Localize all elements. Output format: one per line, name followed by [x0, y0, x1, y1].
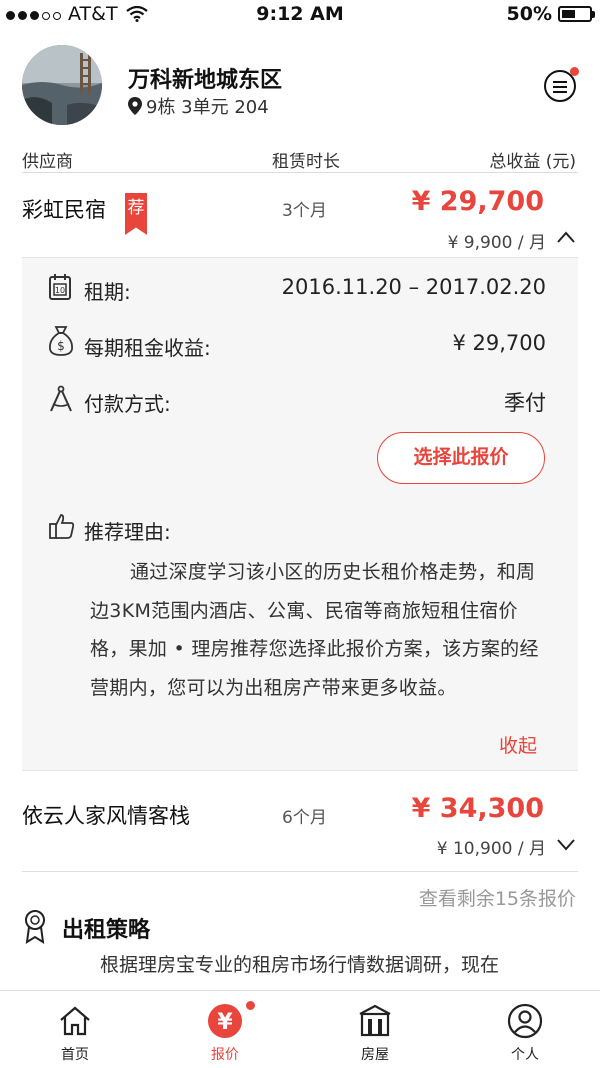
tab-label: 房屋: [361, 1047, 389, 1063]
chevron-down-icon[interactable]: [556, 838, 576, 852]
calendar-icon: 10: [49, 274, 71, 300]
income-label: 每期租金收益:: [84, 336, 211, 360]
quote-duration: 6个月: [282, 808, 327, 828]
quote-monthly: ¥ 9,900 / 月: [447, 233, 546, 253]
svg-text:¥: ¥: [217, 1010, 233, 1035]
collapse-link[interactable]: 收起: [499, 731, 537, 758]
quote-monthly: ¥ 10,900 / 月: [436, 839, 546, 859]
unit-address: 9栋 3单元 204: [128, 93, 269, 119]
award-ribbon-icon: [25, 910, 45, 944]
quotes-notification-dot: [246, 1001, 255, 1010]
battery-icon: [558, 6, 595, 22]
select-quote-button[interactable]: 选择此报价: [377, 432, 545, 484]
home-icon: [60, 1006, 90, 1036]
money-bag-icon: $: [49, 326, 73, 356]
tab-label: 首页: [61, 1047, 89, 1063]
quote-supplier-name: 依云人家风情客栈: [22, 804, 190, 828]
view-more-quotes-link[interactable]: 查看剩余15条报价: [419, 884, 576, 911]
tab-houses[interactable]: 房屋: [300, 991, 450, 1068]
yen-icon: ¥: [208, 1004, 242, 1038]
svg-text:$: $: [57, 339, 65, 353]
compass-icon: [50, 385, 72, 412]
building-icon: [359, 1004, 391, 1037]
strategy-title: 出租策略: [62, 918, 151, 943]
chevron-up-icon[interactable]: [556, 230, 576, 244]
quote-total: ¥ 29,700: [411, 186, 544, 217]
recommend-badge: 荐: [125, 193, 147, 235]
payment-value: 季付: [504, 391, 546, 415]
tab-label: 报价: [211, 1047, 239, 1063]
period-value: 2016.11.20 – 2017.02.20: [281, 275, 546, 299]
column-supplier: 供应商: [22, 152, 73, 172]
battery-percent: 50%: [506, 3, 552, 25]
menu-notification-dot: [570, 67, 579, 76]
column-duration: 租赁时长: [272, 152, 340, 172]
reason-label: 推荐理由:: [84, 520, 171, 544]
divider: [22, 172, 578, 173]
svg-text:10: 10: [55, 286, 65, 295]
property-photo: [22, 45, 102, 125]
divider: [22, 871, 578, 872]
property-avatar[interactable]: [22, 45, 102, 125]
quote-total: ¥ 34,300: [411, 793, 544, 824]
tab-bar: 首页 ¥ 报价 房屋 个人: [0, 990, 600, 1068]
tab-profile[interactable]: 个人: [450, 991, 600, 1068]
reason-text: 通过深度学习该小区的历史长租价格走势，和周边3KM范围内酒店、公寓、民宿等商旅短…: [90, 561, 539, 699]
period-label: 租期:: [84, 280, 131, 304]
menu-icon: [553, 81, 567, 83]
thumbs-up-icon: [49, 514, 75, 539]
address-text: 9栋 3单元 204: [146, 97, 269, 118]
location-pin-icon: [128, 97, 142, 115]
community-name: 万科新地城东区: [128, 68, 283, 93]
quote-duration: 3个月: [282, 201, 327, 221]
column-total: 总收益 (元): [489, 152, 576, 172]
tab-home[interactable]: 首页: [0, 991, 150, 1068]
quote-supplier-name: 彩虹民宿: [22, 198, 106, 222]
payment-label: 付款方式:: [84, 392, 171, 416]
person-icon: [507, 1003, 543, 1039]
battery-status: 50%: [506, 3, 595, 25]
tab-quotes[interactable]: ¥ 报价: [150, 991, 300, 1068]
income-value: ¥ 29,700: [452, 331, 546, 355]
tab-label: 个人: [511, 1047, 539, 1063]
strategy-text: 根据理房宝专业的租房市场行情数据调研，现在: [100, 954, 500, 976]
status-bar: AT&T 9:12 AM 50%: [0, 0, 600, 30]
